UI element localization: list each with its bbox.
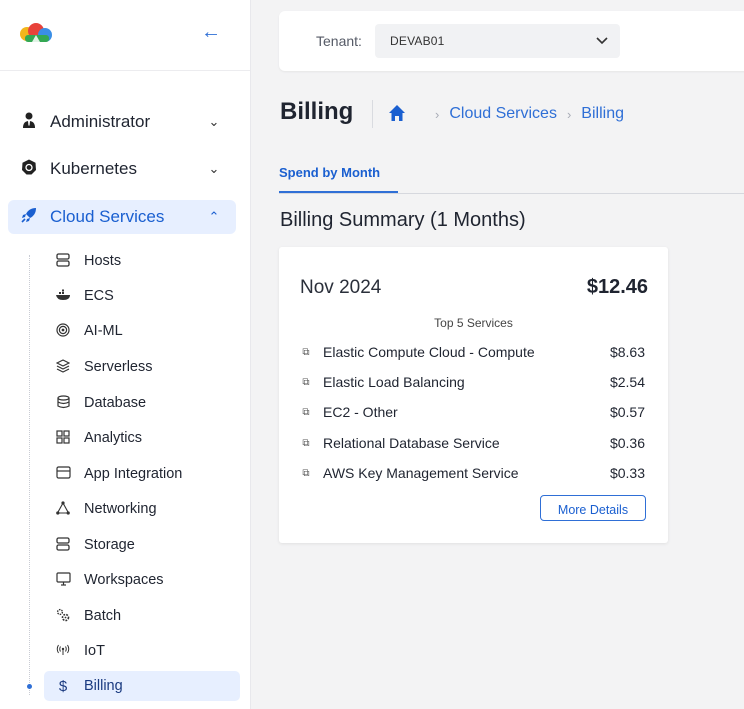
top-bar: Tenant: DEVAB01 [279,11,744,71]
nav-label: Kubernetes [50,159,137,178]
tenant-select[interactable]: DEVAB01 [375,24,620,58]
ai-target-icon [54,322,72,340]
title-divider [372,100,373,128]
tab-spend-by-month[interactable]: Spend by Month [279,165,380,180]
sub-item-label: IoT [84,643,105,659]
service-row: ⧉ Elastic Compute Cloud - Compute $8.63 [299,342,645,362]
breadcrumb-separator-icon: › [435,106,440,122]
app-logo-icon[interactable] [16,22,56,46]
chevron-down-icon: ⌄ [208,114,220,129]
sub-item-label: Storage [84,537,135,553]
sidebar: ← Administrator ⌄ Kubernetes ⌄ Cloud Ser… [0,0,251,709]
sub-item-label: App Integration [84,466,183,482]
sub-item-hosts[interactable]: Hosts [44,246,240,276]
dollar-icon: $ [58,677,68,695]
service-name: AWS Key Management Service [323,465,519,481]
sub-item-billing[interactable]: $ Billing [44,671,240,701]
sub-item-storage[interactable]: Storage [44,530,240,560]
sub-item-app-integration[interactable]: App Integration [44,459,240,489]
breadcrumb-separator-icon: › [566,106,572,122]
sub-item-label: Database [84,395,147,411]
iot-antenna-icon [54,644,72,659]
sub-item-analytics[interactable]: Analytics [44,423,240,453]
service-cost: $2.54 [609,374,645,390]
service-cost: $8.63 [609,344,645,360]
service-icon: ⧉ [302,376,310,388]
monitor-icon [54,571,72,589]
kubernetes-icon [18,159,40,179]
sub-item-label: Serverless [84,359,153,375]
service-row: ⧉ AWS Key Management Service $0.33 [299,463,645,483]
nav-label: Cloud Services [50,207,165,226]
sub-item-label: AI-ML [84,323,123,339]
user-tie-icon [18,112,40,132]
service-row: ⧉ EC2 - Other $0.57 [299,402,645,422]
grid-icon [54,429,72,447]
chevron-up-icon: ⌃ [208,209,220,224]
collapse-sidebar-icon[interactable]: ← [201,20,221,44]
sub-item-label: ECS [84,288,114,304]
sub-item-label: Workspaces [84,572,164,588]
tab-bar-divider [279,193,744,194]
sub-item-ecs[interactable]: ECS [44,281,240,311]
breadcrumb-cloud-services[interactable]: Cloud Services [449,105,557,123]
sub-item-serverless[interactable]: Serverless [44,352,240,382]
sub-item-label: Analytics [84,430,143,446]
docker-icon [54,289,72,304]
home-icon[interactable] [388,104,406,122]
layers-icon [54,358,72,376]
service-icon: ⧉ [302,467,310,479]
service-name: Relational Database Service [323,435,500,451]
server-icon [54,252,72,270]
tree-line [29,255,31,695]
nav-item-kubernetes[interactable]: Kubernetes ⌄ [8,152,236,186]
storage-icon [54,536,72,554]
billing-month-card: Nov 2024 $12.46 Top 5 Services ⧉ Elastic… [279,247,668,543]
service-name: Elastic Load Balancing [323,374,465,390]
service-cost: $0.36 [609,435,645,451]
tenant-label: Tenant: [316,33,362,49]
chevron-down-icon: ⌄ [208,161,220,176]
card-total-cost: $12.46 [586,276,648,298]
billing-summary-title: Billing Summary (1 Months) [280,209,526,231]
more-details-button[interactable]: More Details [540,495,646,521]
sidebar-divider [0,70,250,71]
active-indicator-dot [27,684,32,689]
nav-label: Administrator [50,112,151,131]
nav-item-cloud-services[interactable]: Cloud Services ⌃ [8,200,236,234]
chevron-down-icon [596,34,608,48]
gears-icon [54,608,72,625]
sub-item-iot[interactable]: IoT [44,636,240,666]
top-services-label: Top 5 Services [434,316,513,330]
sub-item-label: Networking [84,501,157,517]
card-month: Nov 2024 [300,277,382,298]
nav-item-administrator[interactable]: Administrator ⌄ [8,105,236,139]
breadcrumb-billing[interactable]: Billing [581,105,624,123]
service-icon: ⧉ [302,406,310,418]
network-icon [54,500,72,518]
breadcrumb: › Cloud Services › Billing [425,105,624,123]
service-cost: $0.33 [609,465,645,481]
service-name: Elastic Compute Cloud - Compute [323,344,535,360]
sub-item-workspaces[interactable]: Workspaces [44,565,240,595]
sub-item-networking[interactable]: Networking [44,494,240,524]
sub-item-ai-ml[interactable]: AI-ML [44,316,240,346]
service-row: ⧉ Relational Database Service $0.36 [299,433,645,453]
rocket-icon [18,207,40,227]
sub-item-database[interactable]: Database [44,388,240,418]
service-icon: ⧉ [302,437,310,449]
page-title: Billing [280,98,354,125]
database-icon [54,394,72,412]
tenant-value: DEVAB01 [390,34,445,48]
service-icon: ⧉ [302,346,310,358]
sub-item-label: Billing [84,678,123,694]
service-row: ⧉ Elastic Load Balancing $2.54 [299,372,645,392]
sub-item-label: Hosts [84,253,122,269]
app-integration-icon [54,466,72,482]
service-name: EC2 - Other [323,404,398,420]
sub-item-label: Batch [84,608,122,624]
sub-item-batch[interactable]: Batch [44,601,240,631]
service-cost: $0.57 [609,404,645,420]
